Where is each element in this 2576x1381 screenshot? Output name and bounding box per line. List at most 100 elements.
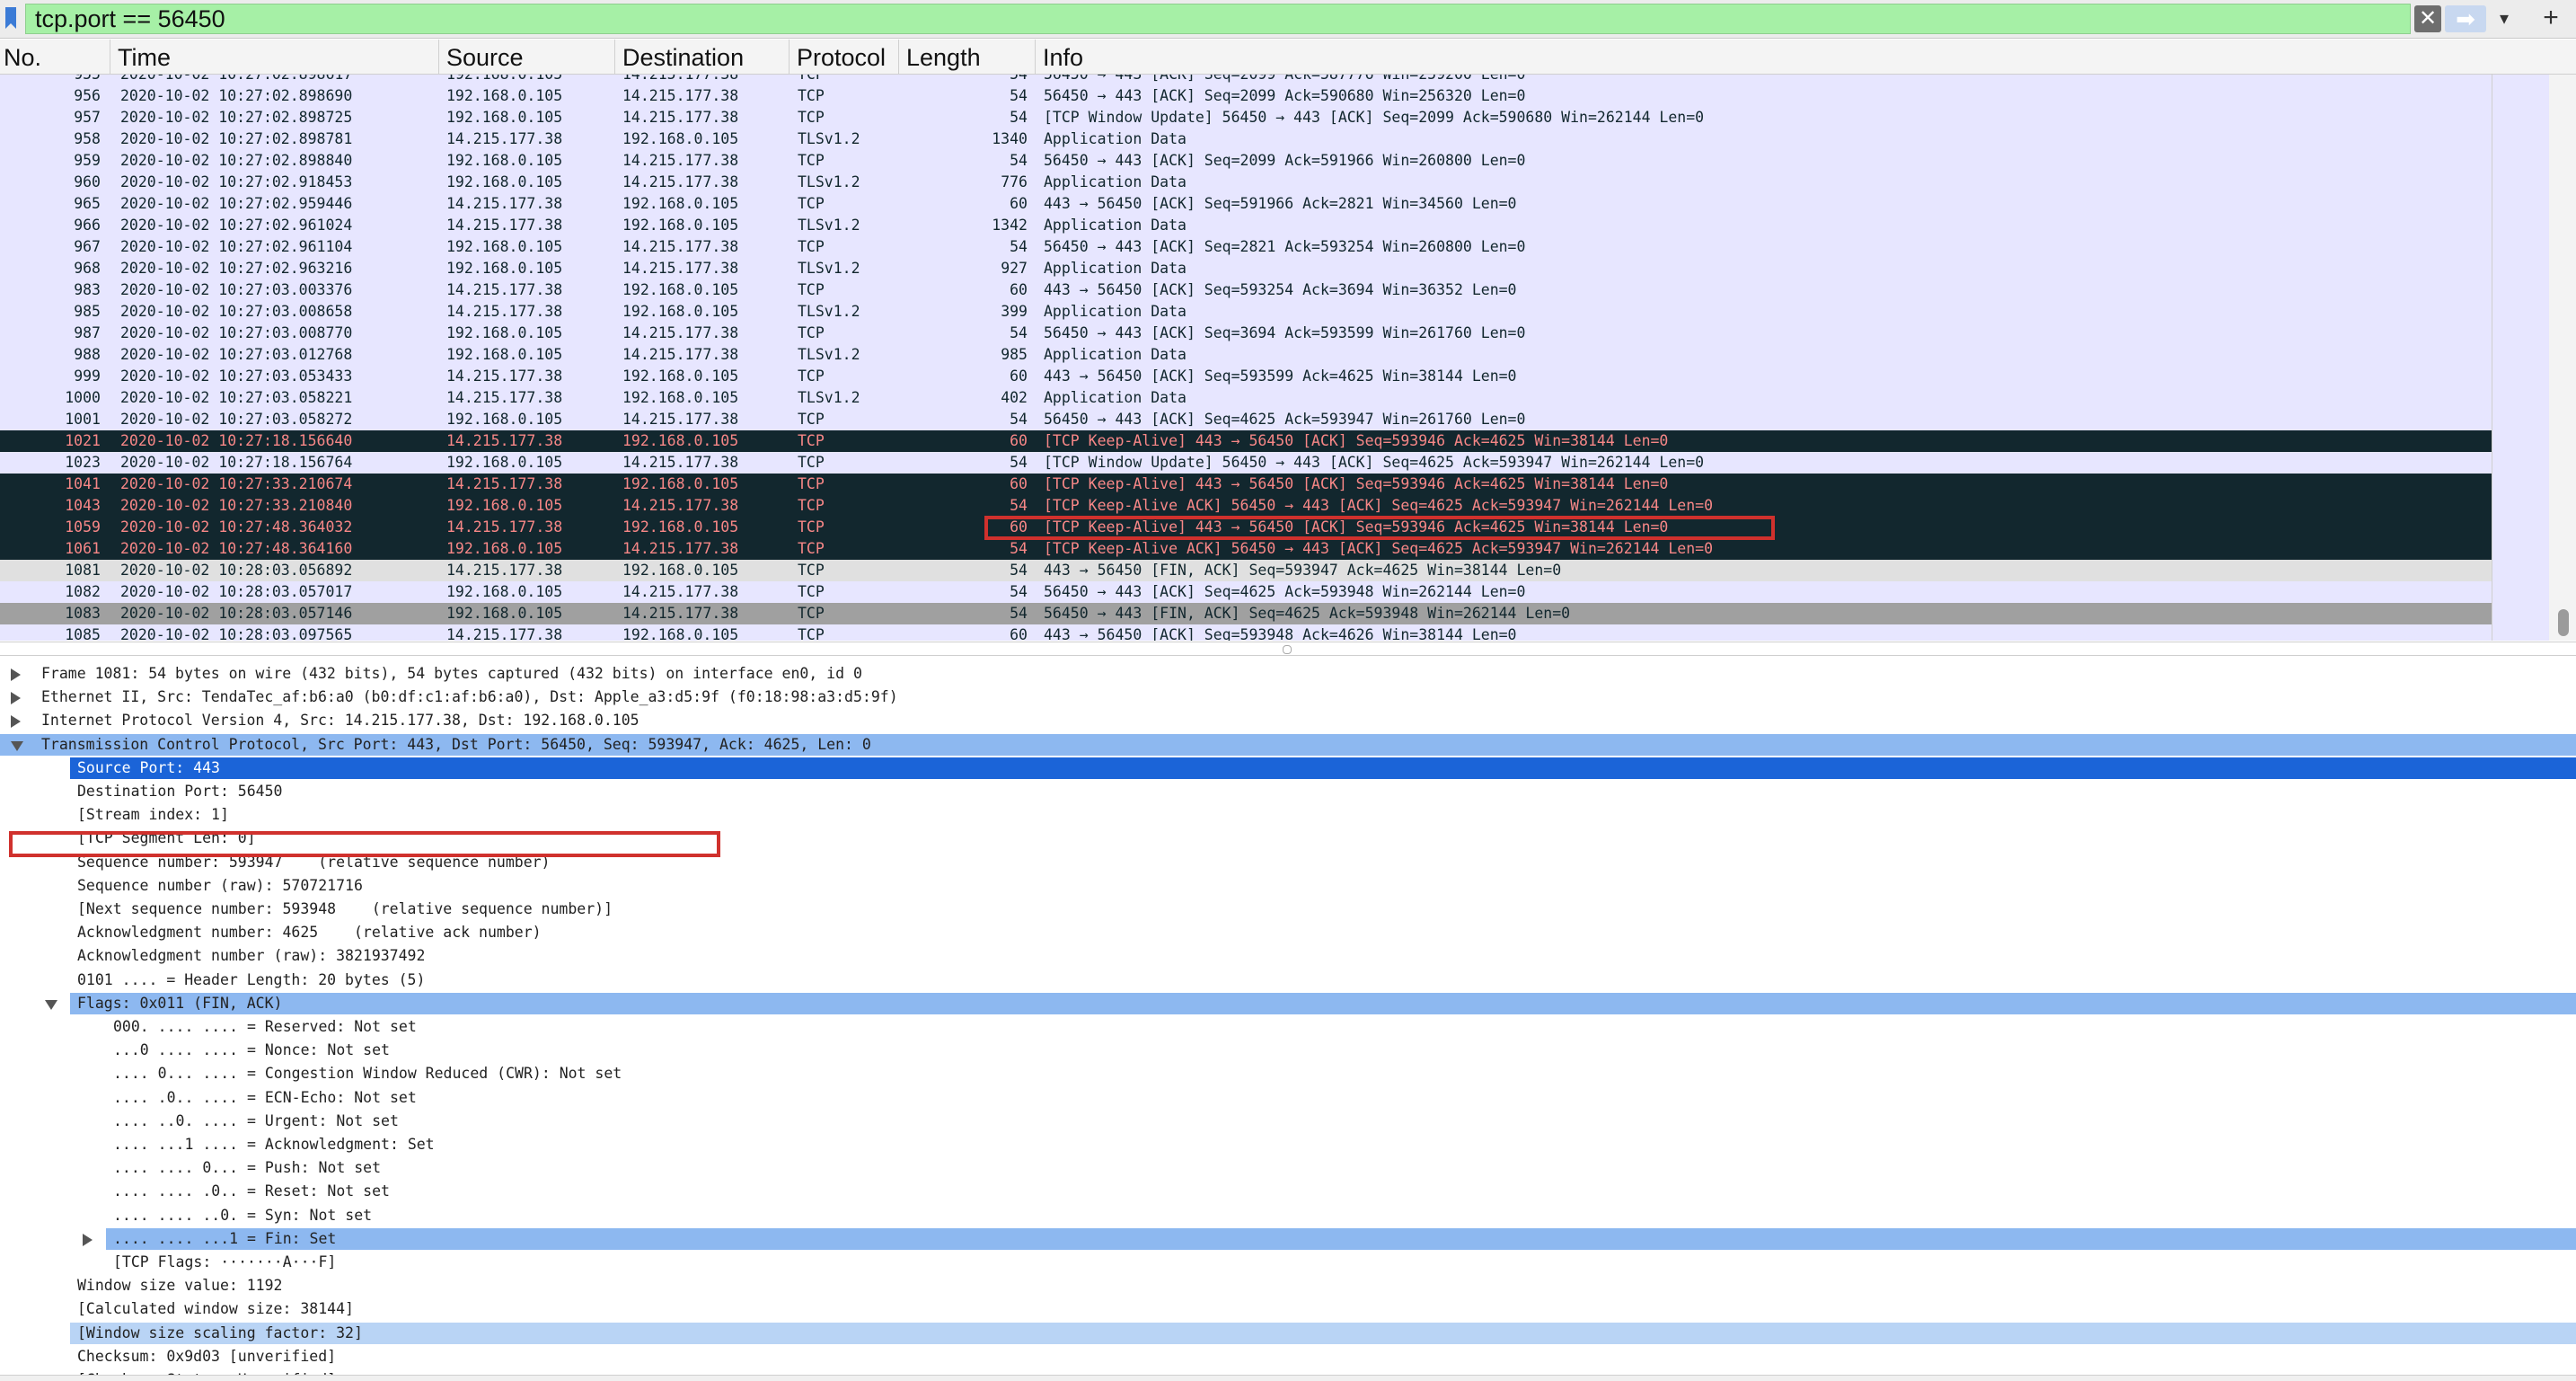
packet-row[interactable]: 1061 2020-10-02 10:27:48.364160 192.168.0.… [0,538,2492,560]
column-header-length[interactable]: Length [898,40,1035,74]
packet-destination: 14.215.177.38 [622,152,739,169]
packet-no: 1061 [65,540,101,557]
packet-row[interactable]: 1023 2020-10-02 10:27:18.156764 192.168.0.… [0,452,2492,474]
detail-tree-item[interactable]: .... .... ..0. = Syn: Not set [0,1205,2576,1226]
collapsed-triangle-icon[interactable] [11,668,21,681]
detail-tree-item[interactable]: Acknowledgment number: 4625 (relative ac… [0,922,2576,943]
packet-row[interactable]: 1043 2020-10-02 10:27:33.210840 192.168.0.… [0,495,2492,517]
packet-row[interactable]: 985 2020-10-02 10:27:03.008658 14.215.177.… [0,301,2492,323]
collapsed-triangle-icon[interactable] [83,1234,93,1246]
packet-list-scrollbar[interactable] [2549,75,2576,641]
column-header-no[interactable]: No. [0,40,110,74]
apply-arrow-icon[interactable]: ➡ [2445,5,2486,32]
packet-row[interactable]: 1083 2020-10-02 10:28:03.057146 192.168.0.… [0,603,2492,624]
packet-row[interactable]: 968 2020-10-02 10:27:02.963216 192.168.0.1… [0,258,2492,279]
packet-row[interactable]: 958 2020-10-02 10:27:02.898781 14.215.177.… [0,128,2492,150]
detail-tree-item[interactable]: .... .... ...1 = Fin: Set [0,1228,2576,1250]
packet-length: 1342 [992,217,1028,234]
packet-protocol: TCP [798,626,825,641]
detail-tree-item[interactable]: .... .... .0.. = Reset: Not set [0,1181,2576,1202]
detail-tree-item[interactable]: Checksum: 0x9d03 [unverified] [0,1346,2576,1368]
detail-tree-item[interactable]: .... 0... .... = Congestion Window Reduc… [0,1063,2576,1084]
packet-row[interactable]: 1021 2020-10-02 10:27:18.156640 14.215.177… [0,430,2492,452]
packet-protocol: TCP [798,324,825,341]
packet-protocol: TCP [798,238,825,255]
column-header-time[interactable]: Time [110,40,438,74]
detail-text: Acknowledgment number: 4625 (relative ac… [77,924,542,941]
detail-tree-item[interactable]: Internet Protocol Version 4, Src: 14.215… [0,710,2576,731]
plus-icon[interactable]: + [2535,2,2567,34]
packet-destination: 192.168.0.105 [622,130,739,147]
packet-no: 1043 [65,497,101,514]
packet-row[interactable]: 1081 2020-10-02 10:28:03.056892 14.215.177… [0,560,2492,581]
detail-tree-item[interactable]: Sequence number (raw): 570721716 [0,875,2576,897]
packet-time: 2020-10-02 10:27:02.898725 [120,109,353,126]
detail-tree-item[interactable]: ...0 .... .... = Nonce: Not set [0,1040,2576,1061]
detail-tree-item[interactable]: Flags: 0x011 (FIN, ACK) [0,993,2576,1014]
packet-length: 927 [1001,260,1028,277]
packet-destination: 14.215.177.38 [622,454,739,471]
annotation-box-keepalive [984,516,1775,540]
detail-tree-item[interactable]: 0101 .... = Header Length: 20 bytes (5) [0,969,2576,991]
detail-tree-item[interactable]: Source Port: 443 [0,757,2576,779]
column-header-info[interactable]: Info [1035,40,2576,74]
column-header-destination[interactable]: Destination [614,40,789,74]
column-header-protocol[interactable]: Protocol [789,40,898,74]
packet-row[interactable]: 959 2020-10-02 10:27:02.898840 192.168.0.1… [0,150,2492,172]
chevron-down-icon[interactable]: ▾ [2492,5,2517,32]
bookmark-icon[interactable] [4,5,18,31]
detail-tree-item[interactable]: [Calculated window size: 38144] [0,1298,2576,1320]
packet-row[interactable]: 1000 2020-10-02 10:27:03.058221 14.215.177… [0,387,2492,409]
detail-tree-item[interactable]: .... .... 0... = Push: Not set [0,1157,2576,1179]
packet-time: 2020-10-02 10:27:02.898840 [120,152,353,169]
scrollbar-thumb[interactable] [2558,609,2569,636]
collapsed-triangle-icon[interactable] [11,715,21,728]
packet-row[interactable]: 966 2020-10-02 10:27:02.961024 14.215.177.… [0,215,2492,236]
detail-text: Flags: 0x011 (FIN, ACK) [77,995,283,1012]
detail-tree-item[interactable]: Ethernet II, Src: TendaTec_af:b6:a0 (b0:… [0,686,2576,708]
packet-row[interactable]: 960 2020-10-02 10:27:02.918453 192.168.0.1… [0,172,2492,193]
packet-protocol: TLSv1.2 [798,217,860,234]
pane-splitter[interactable] [0,642,2576,656]
packet-source: 14.215.177.38 [446,195,563,212]
packet-row[interactable]: 999 2020-10-02 10:27:03.053433 14.215.177.… [0,366,2492,387]
detail-tree-item[interactable]: Frame 1081: 54 bytes on wire (432 bits),… [0,663,2576,685]
packet-row[interactable]: 987 2020-10-02 10:27:03.008770 192.168.0.1… [0,323,2492,344]
packet-time: 2020-10-02 10:28:03.056892 [120,562,353,579]
detail-tree-item[interactable]: .... ...1 .... = Acknowledgment: Set [0,1134,2576,1155]
packet-row[interactable]: 1085 2020-10-02 10:28:03.097565 14.215.177… [0,624,2492,641]
packet-row[interactable]: 988 2020-10-02 10:27:03.012768 192.168.0.1… [0,344,2492,366]
detail-tree-item[interactable]: Transmission Control Protocol, Src Port:… [0,734,2576,756]
detail-tree-item[interactable]: [TCP Flags: ·······A···F] [0,1252,2576,1273]
packet-row[interactable]: 967 2020-10-02 10:27:02.961104 192.168.0.1… [0,236,2492,258]
detail-tree-item[interactable]: Acknowledgment number (raw): 3821937492 [0,945,2576,967]
detail-tree-item[interactable]: [Next sequence number: 593948 (relative … [0,899,2576,920]
display-filter-input[interactable]: tcp.port == 56450 [25,4,2411,34]
packet-time: 2020-10-02 10:27:03.053433 [120,367,353,385]
packet-row[interactable]: 983 2020-10-02 10:27:03.003376 14.215.177.… [0,279,2492,301]
packet-no: 1083 [65,605,101,622]
expanded-triangle-icon[interactable] [11,741,23,751]
collapsed-triangle-icon[interactable] [11,692,21,704]
packet-row[interactable]: 965 2020-10-02 10:27:02.959446 14.215.177.… [0,193,2492,215]
packet-list-minimap[interactable] [2492,75,2550,641]
expanded-triangle-icon[interactable] [45,1000,57,1010]
detail-tree-item[interactable]: .... .0.. .... = ECN-Echo: Not set [0,1087,2576,1109]
packet-row[interactable]: 957 2020-10-02 10:27:02.898725 192.168.0.1… [0,107,2492,128]
clear-filter-icon[interactable]: ✕ [2414,5,2441,32]
packet-no: 968 [74,260,101,277]
packet-row[interactable]: 956 2020-10-02 10:27:02.898690 192.168.0.1… [0,85,2492,107]
column-header-source[interactable]: Source [438,40,614,74]
packet-row[interactable]: 1001 2020-10-02 10:27:03.058272 192.168.0.… [0,409,2492,430]
packet-list[interactable]: 955 2020-10-02 10:27:02.898617 192.168.0.1… [0,75,2576,641]
packet-row[interactable]: 955 2020-10-02 10:27:02.898617 192.168.0.1… [0,75,2492,85]
detail-tree-item[interactable]: .... ..0. .... = Urgent: Not set [0,1111,2576,1132]
detail-tree-item[interactable]: Destination Port: 56450 [0,781,2576,802]
detail-tree-item[interactable]: [Window size scaling factor: 32] [0,1323,2576,1344]
detail-tree-item[interactable]: [Stream index: 1] [0,804,2576,826]
packet-details-tree[interactable]: Frame 1081: 54 bytes on wire (432 bits),… [0,663,2576,1375]
detail-tree-item[interactable]: 000. .... .... = Reserved: Not set [0,1016,2576,1038]
packet-row[interactable]: 1041 2020-10-02 10:27:33.210674 14.215.177… [0,474,2492,495]
detail-tree-item[interactable]: Window size value: 1192 [0,1275,2576,1297]
packet-row[interactable]: 1082 2020-10-02 10:28:03.057017 192.168.0.… [0,581,2492,603]
